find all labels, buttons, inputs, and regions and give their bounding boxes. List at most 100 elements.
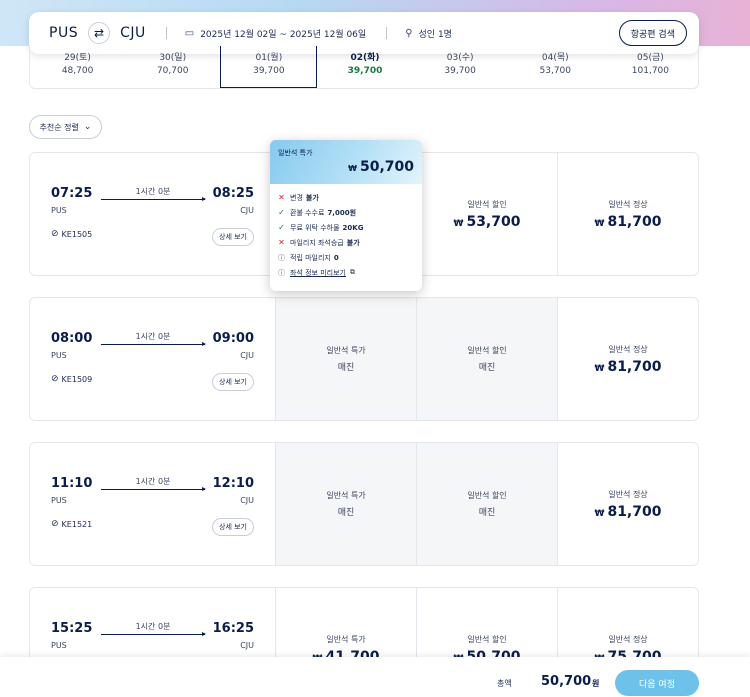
external-link-icon: ⧉ [349, 268, 355, 276]
fare-condition: ✓ 무료 위탁 수하물 20KG [277, 220, 416, 235]
fare-price: ₩ 53,700 [454, 214, 521, 230]
info-icon: ⓘ [278, 268, 285, 277]
fare-label: 일반석 정상 [608, 199, 648, 209]
won-symbol: ₩ [348, 164, 357, 173]
date-tab-day: 29(토) [64, 53, 91, 63]
fare-conditions-list: ✕ 변경 불가 ✓ 환불 수수료 7,000원 ✓ 무료 위탁 수하물 20KG… [270, 184, 422, 280]
fare-discount-sold-out: 일반석 할인 매진 [417, 443, 558, 565]
fare-price: ₩ 81,700 [595, 214, 662, 230]
search-flights-button[interactable]: 항공편 검색 [618, 20, 687, 46]
departure-time: 15:25 [51, 621, 93, 636]
fare-price: ₩ 81,700 [595, 359, 662, 375]
fare-label: 일반석 특가 [326, 634, 366, 644]
date-price-strip: 29(토) 48,700 30(일) 70,700 01(월) 39,700 0… [29, 46, 699, 89]
passenger-count-text: 성인 1명 [418, 29, 452, 40]
departure-airport-code: PUS [51, 206, 67, 215]
popover-header: 일반석 특가 ₩ 50,700 [270, 140, 422, 184]
origin-airport[interactable]: PUS [49, 25, 78, 41]
fare-label: 일반석 할인 [467, 491, 507, 500]
currency-unit: 원 [592, 679, 600, 688]
date-tab[interactable]: 29(토) 48,700 [30, 46, 125, 88]
fare-regular[interactable]: 일반석 정상 ₩ 81,700 [558, 153, 698, 275]
won-symbol: ₩ [594, 363, 605, 374]
condition-value: 7,000원 [327, 208, 357, 217]
condition-value: 20KG [342, 223, 364, 232]
date-tab-price: 48,700 [61, 66, 94, 76]
date-tab[interactable]: 04(목) 53,700 [508, 46, 603, 88]
fare-label: 일반석 정상 [608, 344, 648, 354]
fare-discount[interactable]: 일반석 할인 ₩ 53,700 [417, 153, 558, 275]
date-tab-day: 01(월) [255, 53, 283, 63]
person-icon: ⚲ [405, 27, 413, 39]
date-tab-price: 70,700 [156, 66, 189, 76]
route-arrow [101, 487, 206, 491]
date-tab-selected[interactable]: 01(월) 39,700 [220, 46, 318, 88]
fare-special-sold-out: 일반석 특가 매진 [276, 443, 417, 565]
date-tab-day: 30(일) [159, 53, 187, 63]
sold-out-text: 매진 [337, 363, 355, 373]
departure-airport-code: PUS [51, 351, 67, 360]
popover-title: 일반석 특가 [278, 149, 313, 157]
popover-price: ₩ 50,700 [348, 159, 414, 175]
flight-duration: 1시간 0분 [135, 187, 171, 196]
condition-value: 불가 [305, 193, 319, 202]
popover-price-value: 50,700 [359, 159, 414, 175]
flight-number: ⊘ KE1509 [51, 374, 92, 384]
flight-duration: 1시간 0분 [135, 622, 171, 631]
date-tab-lowest[interactable]: 02(화) 39,700 [317, 46, 412, 88]
passenger-count[interactable]: ⚲ 성인 1명 [405, 27, 452, 40]
sold-out-text: 매진 [337, 508, 355, 518]
arrival-airport-code: CJU [240, 206, 254, 215]
travel-dates[interactable]: ▭ 2025년 12월 02일 ~ 2025년 12월 06일 [185, 27, 366, 40]
fare-condition: ⓘ 적립 마일리지 0 [277, 250, 416, 265]
route-arrow [101, 632, 206, 636]
date-tab-day: 04(목) [541, 53, 569, 63]
fare-regular[interactable]: 일반석 정상 ₩ 81,700 [558, 443, 698, 565]
sold-out-text: 매진 [478, 363, 496, 373]
fare-label: 일반석 할인 [467, 199, 507, 209]
sort-dropdown[interactable]: 추천순 정렬 ⌄ [29, 115, 102, 139]
date-tab[interactable]: 30(일) 70,700 [125, 46, 220, 88]
won-symbol: ₩ [594, 508, 605, 519]
flight-number-text: KE1521 [61, 519, 93, 529]
next-itinerary-button[interactable]: 다음 여정 [615, 670, 699, 696]
info-icon: ⓘ [278, 253, 285, 262]
seat-preview-text[interactable]: 좌석 정보 미리보기 [290, 268, 346, 278]
seat-preview-link[interactable]: ⓘ 좌석 정보 미리보기 ⧉ [277, 265, 416, 280]
won-symbol: ₩ [453, 218, 464, 229]
flight-number-text: KE1509 [61, 374, 93, 384]
flight-detail-button[interactable]: 상세 보기 [212, 373, 254, 391]
airline-logo-icon: ⊘ [51, 374, 59, 384]
flight-detail-button[interactable]: 상세 보기 [212, 518, 254, 536]
flight-info: 08:00 PUS 1시간 0분 09:00 CJU ⊘ KE1509 상세 보… [30, 298, 276, 420]
fare-label: 일반석 특가 [326, 346, 366, 355]
condition-value: 0 [333, 253, 339, 262]
date-tab-day: 02(화) [350, 53, 380, 63]
fare-price-value: 81,700 [607, 503, 662, 520]
flight-number-text: KE1505 [61, 229, 93, 239]
fare-price-value: 81,700 [607, 213, 662, 230]
route-arrow [101, 197, 206, 201]
fare-label: 일반석 할인 [467, 634, 507, 644]
date-tab-price: 53,700 [539, 66, 572, 76]
date-tab[interactable]: 05(금) 101,700 [603, 46, 698, 88]
swap-airports-icon[interactable]: ⇄ [88, 22, 111, 44]
flight-card: 11:10 PUS 1시간 0분 12:10 CJU ⊘ KE1521 상세 보… [29, 442, 699, 566]
departure-airport-code: PUS [51, 496, 67, 505]
date-tab-price: 39,700 [444, 66, 476, 76]
fare-label: 일반석 정상 [608, 634, 648, 644]
arrival-time: 09:00 [212, 331, 254, 346]
date-tab-price: 39,700 [347, 66, 383, 76]
sold-out-text: 매진 [478, 508, 496, 518]
condition-label: 변경 [290, 193, 303, 202]
sort-label: 추천순 정렬 [39, 122, 79, 132]
fare-detail-popover[interactable]: 일반석 특가 ₩ 50,700 ✕ 변경 불가 ✓ 환불 수수료 7,000원 … [270, 140, 422, 291]
airline-logo-icon: ⊘ [51, 229, 59, 239]
fare-regular[interactable]: 일반석 정상 ₩ 81,700 [558, 298, 698, 420]
date-tab[interactable]: 03(수) 39,700 [413, 46, 508, 88]
booking-footer: 총액 50,700 원 다음 여정 [0, 657, 750, 697]
destination-airport[interactable]: CJU [120, 25, 146, 41]
fare-condition: ✓ 환불 수수료 7,000원 [277, 205, 416, 220]
flight-detail-button[interactable]: 상세 보기 [212, 228, 254, 246]
divider [165, 27, 167, 39]
